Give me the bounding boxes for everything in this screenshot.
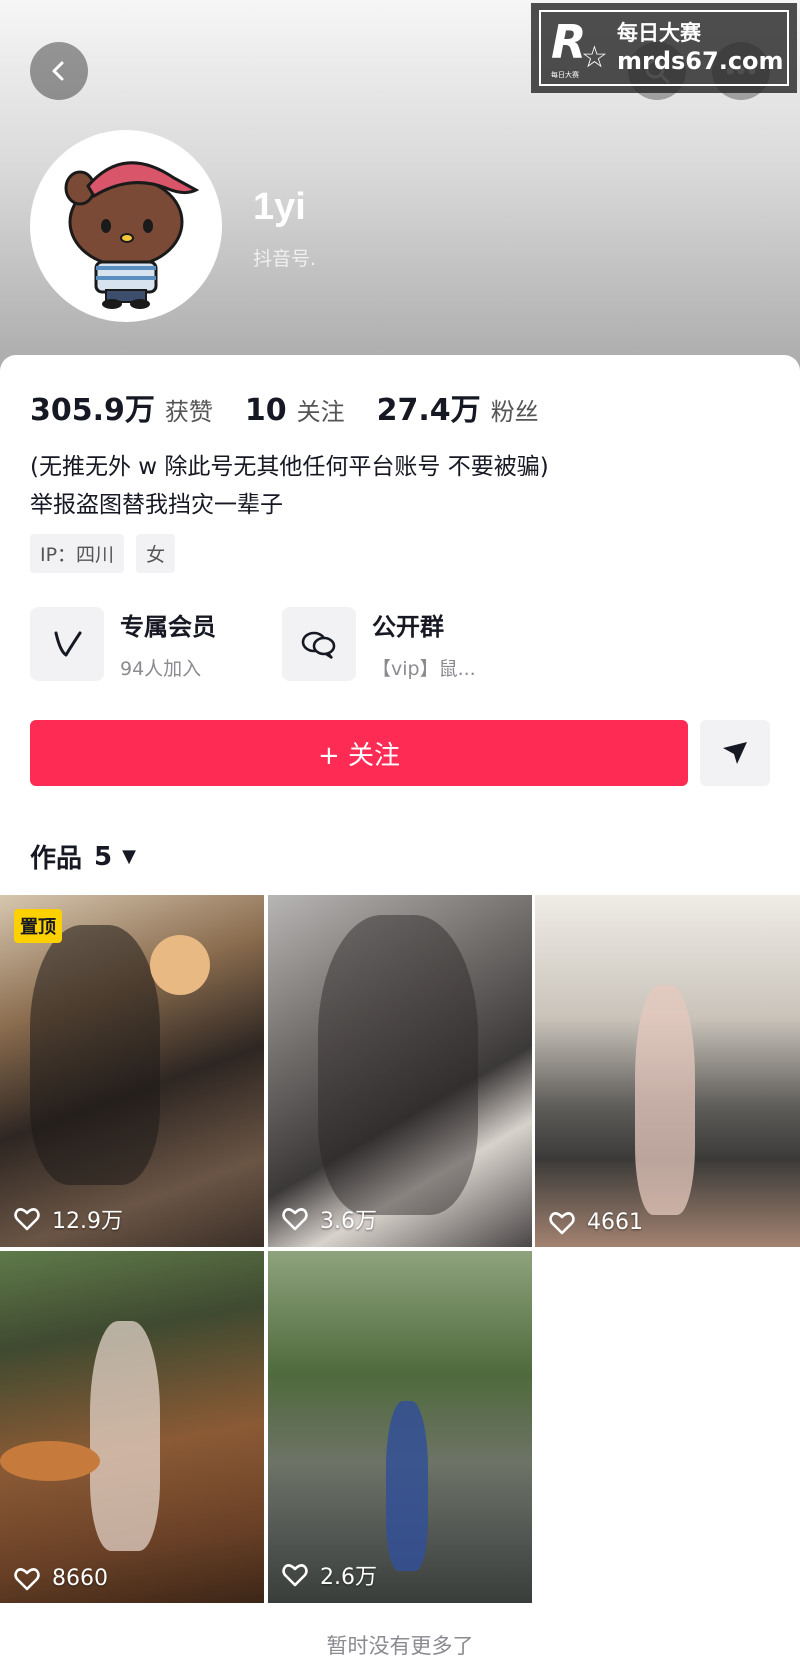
group-title: 公开群 (372, 613, 444, 641)
video-tile[interactable]: 置顶 12.9万 (0, 895, 264, 1247)
vip-icon (30, 607, 104, 681)
heart-icon (549, 1211, 575, 1234)
heart-icon (282, 1208, 308, 1231)
bio: (无推无外 w 除此号无其他任何平台账号 不要被骗) 举报盗图替我挡灾一辈子 (30, 448, 549, 524)
ip-location-tag: IP：四川 (30, 534, 125, 573)
membership-subtitle: 94人加入 (120, 658, 202, 680)
no-more-content-text: 暂时没有更多了 (326, 1634, 474, 1657)
video-thumbnail-figure (30, 925, 160, 1185)
works-label: 作品 (30, 844, 83, 874)
heart-icon (14, 1208, 40, 1231)
like-count-value: 8660 (52, 1566, 108, 1591)
caret-down-icon: ▼ (122, 846, 136, 867)
following-label: 关注 (296, 398, 345, 426)
account-id[interactable]: 抖音号. (253, 244, 316, 271)
like-count-value: 3.6万 (320, 1209, 377, 1234)
site-watermark: R ☆ 每日大赛 每日大赛 mrds67.com (531, 3, 797, 93)
video-tile[interactable]: 4661 (535, 895, 800, 1247)
video-tile[interactable]: 3.6万 (268, 895, 532, 1247)
heart-icon (282, 1564, 308, 1587)
like-count-value: 2.6万 (320, 1565, 377, 1590)
pinned-badge: 置顶 (14, 909, 62, 943)
public-group-entry[interactable]: 公开群 【vip】鼠... (282, 607, 476, 681)
bio-line: 举报盗图替我挡灾一辈子 (30, 492, 283, 518)
like-count-value: 12.9万 (52, 1209, 123, 1234)
video-thumbnail-figure (318, 915, 478, 1215)
group-subtitle: 【vip】鼠... (372, 658, 476, 680)
video-tile[interactable]: 8660 (0, 1251, 264, 1603)
avatar[interactable] (30, 130, 222, 322)
works-count: 5 (94, 841, 113, 872)
like-count: 8660 (14, 1566, 108, 1591)
watermark-url: mrds67.com (617, 47, 784, 75)
like-count: 2.6万 (282, 1559, 377, 1591)
likes-count[interactable]: 305.9万 (30, 385, 155, 429)
like-count: 4661 (549, 1210, 643, 1235)
watermark-logo-caption: 每日大赛 (551, 71, 579, 79)
following-count[interactable]: 10 (245, 393, 287, 428)
exclusive-membership-entry[interactable]: 专属会员 94人加入 (30, 607, 216, 681)
plush-toy-shape (150, 935, 210, 995)
works-tab[interactable]: 作品 5 ▼ (30, 838, 136, 875)
watermark-brand: 每日大赛 (617, 21, 701, 45)
like-count: 12.9万 (14, 1203, 123, 1235)
video-thumbnail-figure (635, 985, 695, 1215)
video-thumbnail-figure (90, 1321, 160, 1551)
profile-tags: IP：四川 女 (30, 534, 176, 573)
heart-icon (14, 1567, 40, 1590)
followers-label: 粉丝 (490, 398, 539, 426)
gender-tag: 女 (136, 534, 176, 573)
profile-stats: 305.9万 获赞 10 关注 27.4万 粉丝 (30, 385, 571, 429)
video-thumbnail-figure (386, 1401, 428, 1571)
watermark-logo: R ☆ 每日大赛 (551, 15, 608, 79)
likes-label: 获赞 (164, 398, 213, 426)
bio-line: (无推无外 w 除此号无其他任何平台账号 不要被骗) (30, 454, 549, 480)
like-count-value: 4661 (587, 1210, 643, 1235)
video-tile[interactable]: 2.6万 (268, 1251, 532, 1603)
back-button[interactable] (30, 42, 88, 100)
follow-button[interactable]: + 关注 (30, 720, 688, 786)
group-chat-icon (282, 607, 356, 681)
username: 1yi (253, 186, 306, 228)
share-button[interactable] (700, 720, 770, 786)
chevron-left-icon (52, 61, 64, 81)
send-icon (723, 742, 747, 764)
membership-title: 专属会员 (120, 613, 216, 641)
followers-count[interactable]: 27.4万 (377, 385, 481, 429)
table-shape (0, 1441, 100, 1481)
like-count: 3.6万 (282, 1203, 377, 1235)
avatar-cartoon-image (34, 134, 218, 318)
